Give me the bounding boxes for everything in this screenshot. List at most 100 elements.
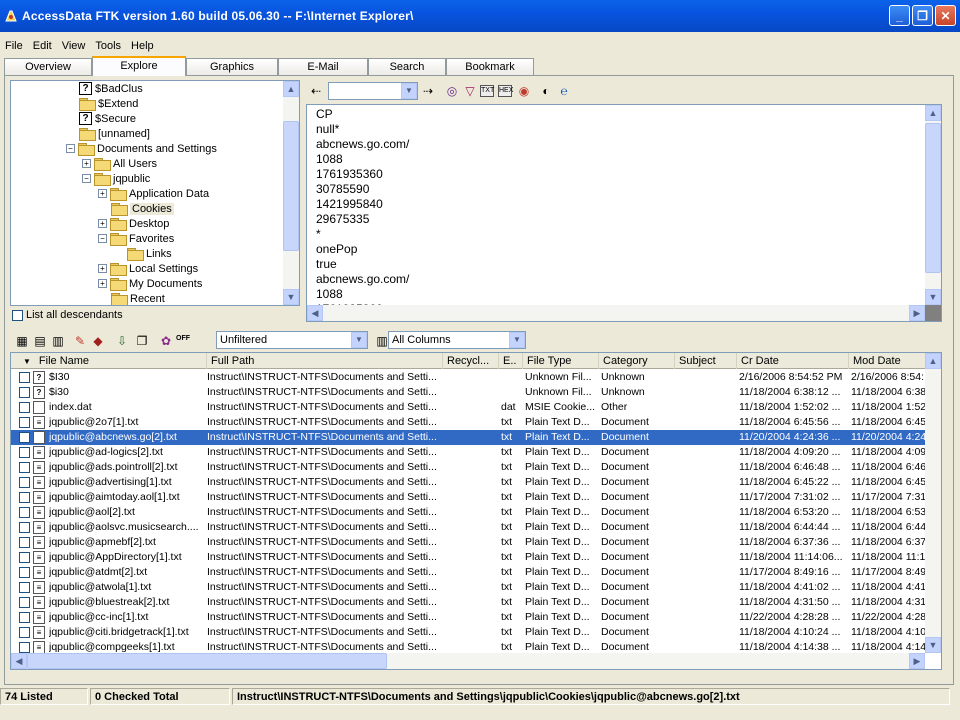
scroll-left-button[interactable]: ◀ — [11, 653, 27, 669]
tree-item[interactable]: − jqpublic — [82, 171, 150, 186]
report-icon[interactable]: ✎ — [72, 333, 88, 349]
tab-explore[interactable]: Explore — [92, 56, 186, 76]
viewer-option-icon[interactable]: ◐ — [538, 83, 554, 99]
expand-icon[interactable]: + — [82, 159, 91, 168]
tree-item[interactable]: + Desktop — [98, 216, 169, 231]
row-checkbox[interactable] — [19, 642, 30, 653]
table-row[interactable]: ≡ jqpublic@2o7[1].txt Instruct\INSTRUCT-NT… — [11, 415, 927, 430]
tree-item[interactable]: − Favorites — [98, 231, 174, 246]
table-row[interactable]: ? $i30 Instruct\INSTRUCT-NTFS\Documents an… — [11, 385, 927, 400]
find-next-icon[interactable]: ⇢ — [420, 83, 436, 99]
expand-icon[interactable]: + — [98, 279, 107, 288]
row-checkbox[interactable] — [19, 552, 30, 563]
chevron-down-icon[interactable]: ▼ — [351, 332, 367, 348]
ie-view-icon[interactable]: ℮ — [556, 83, 572, 99]
filter-select[interactable]: Unfiltered ▼ — [216, 331, 368, 349]
table-row[interactable]: ≡ jqpublic@aolsvc.musicsearch.... Instruct… — [11, 520, 927, 535]
row-checkbox[interactable] — [19, 582, 30, 593]
columns-select[interactable]: All Columns ▼ — [388, 331, 526, 349]
row-checkbox[interactable] — [19, 447, 30, 458]
tree-item[interactable]: + All Users — [82, 156, 157, 171]
hscroll-thumb[interactable] — [27, 653, 387, 669]
row-checkbox[interactable] — [19, 537, 30, 548]
col-recycled[interactable]: Recycl... — [443, 353, 499, 369]
collapse-icon[interactable]: − — [82, 174, 91, 183]
scroll-right-button[interactable]: ▶ — [909, 305, 925, 321]
table-row[interactable]: ≡ jqpublic@aimtoday.aol[1].txt Instruct\IN… — [11, 490, 927, 505]
table-row[interactable]: ≡ jqpublic@apmebf[2].txt Instruct\INSTRUCT… — [11, 535, 927, 550]
collapse-icon[interactable]: − — [98, 234, 107, 243]
menu-file[interactable]: File — [0, 40, 28, 52]
copy-icon[interactable]: ❐ — [134, 333, 150, 349]
maximize-button[interactable]: ❐ — [912, 5, 933, 26]
scroll-up-button[interactable]: ▲ — [283, 81, 299, 97]
list-all-descendants[interactable]: List all descendants — [12, 308, 123, 322]
viewer-scrollbar[interactable]: ▲ ▼ — [925, 105, 941, 305]
scroll-up-button[interactable]: ▲ — [925, 353, 941, 369]
col-file-type[interactable]: File Type — [523, 353, 599, 369]
tree-item[interactable]: ? $BadClus — [79, 81, 143, 96]
scroll-down-button[interactable]: ▼ — [925, 637, 941, 653]
table-row[interactable]: ≡ jqpublic@advertising[1].txt Instruct\INS… — [11, 475, 927, 490]
tab-search[interactable]: Search — [368, 58, 446, 75]
scroll-thumb[interactable] — [283, 121, 299, 251]
scroll-right-button[interactable]: ▶ — [909, 653, 925, 669]
row-checkbox[interactable] — [19, 477, 30, 488]
tab-graphics[interactable]: Graphics — [186, 58, 278, 75]
bookmark-icon[interactable]: ◆ — [90, 333, 106, 349]
tree-item[interactable]: Cookies — [111, 201, 174, 216]
glasses-icon[interactable]: ◎ — [444, 83, 460, 99]
col-subject[interactable]: Subject — [675, 353, 737, 369]
table-row[interactable]: ≡ jqpublic@aol[2].txt Instruct\INSTRUCT-NT… — [11, 505, 927, 520]
tree-item[interactable]: [unnamed] — [79, 126, 150, 141]
col-mod-date[interactable]: Mod Date — [849, 353, 927, 369]
scroll-down-button[interactable]: ▼ — [283, 289, 299, 305]
viewer-hscrollbar[interactable]: ◀ ▶ — [307, 305, 925, 321]
tab-overview[interactable]: Overview — [4, 58, 92, 75]
tree-item[interactable]: $Extend — [79, 96, 138, 111]
menu-tools[interactable]: Tools — [90, 40, 126, 52]
tree-item[interactable]: − Documents and Settings — [66, 141, 217, 156]
row-checkbox[interactable] — [19, 567, 30, 578]
row-checkbox[interactable] — [19, 522, 30, 533]
grid-hscrollbar[interactable]: ◀ ▶ — [11, 653, 925, 669]
find-back-icon[interactable]: ⇠ — [308, 83, 324, 99]
col-full-path[interactable]: Full Path — [207, 353, 443, 369]
tree-item[interactable]: + Application Data — [98, 186, 209, 201]
tree-item[interactable]: Recent — [111, 291, 165, 305]
table-row[interactable]: ≡ jqpublic@ad-logics[2].txt Instruct\INSTR… — [11, 445, 927, 460]
table-row[interactable]: ≡ jqpublic@cc-inc[1].txt Instruct\INSTRUCT… — [11, 610, 927, 625]
menu-help[interactable]: Help — [126, 40, 159, 52]
menu-edit[interactable]: Edit — [28, 40, 57, 52]
table-row[interactable]: ? $I30 Instruct\INSTRUCT-NTFS\Documents an… — [11, 370, 927, 385]
row-checkbox[interactable] — [19, 402, 30, 413]
row-checkbox[interactable] — [19, 597, 30, 608]
table-row[interactable]: ≡ jqpublic@bluestreak[2].txt Instruct\INST… — [11, 595, 927, 610]
expand-icon[interactable]: + — [98, 189, 107, 198]
col-category[interactable]: Category — [599, 353, 675, 369]
row-checkbox[interactable] — [19, 387, 30, 398]
table-row[interactable]: index.dat Instruct\INSTRUCT-NTFS\Document… — [11, 400, 927, 415]
col-extension[interactable]: E.. — [499, 353, 523, 369]
filter-icon[interactable]: ▽ — [462, 83, 478, 99]
table-row[interactable]: ≡ jqpublic@ads.pointroll[2].txt Instruct\I… — [11, 460, 927, 475]
expand-icon[interactable]: + — [98, 219, 107, 228]
row-checkbox[interactable] — [19, 372, 30, 383]
table-row[interactable]: ≡ jqpublic@citi.bridgetrack[1].txt Instruc… — [11, 625, 927, 640]
tab-bookmark[interactable]: Bookmark — [446, 58, 534, 75]
menu-view[interactable]: View — [57, 40, 91, 52]
tree-item[interactable]: + My Documents — [98, 276, 202, 291]
row-checkbox[interactable] — [19, 462, 30, 473]
scroll-left-button[interactable]: ◀ — [307, 305, 323, 321]
close-button[interactable]: ✕ — [935, 5, 956, 26]
table-row[interactable]: ≡ jqpublic@atdmt[2].txt Instruct\INSTRUCT-… — [11, 565, 927, 580]
col-cr-date[interactable]: Cr Date — [737, 353, 849, 369]
scroll-thumb[interactable] — [925, 123, 941, 273]
row-checkbox[interactable] — [19, 612, 30, 623]
chevron-down-icon[interactable]: ▼ — [509, 332, 525, 348]
filter-icon[interactable]: ✿ — [158, 333, 174, 349]
tab-email[interactable]: E-Mail — [278, 58, 368, 75]
scroll-up-button[interactable]: ▲ — [925, 105, 941, 121]
hex-view-icon[interactable]: HEX — [498, 85, 513, 97]
list-all-checkbox[interactable] — [12, 309, 23, 321]
